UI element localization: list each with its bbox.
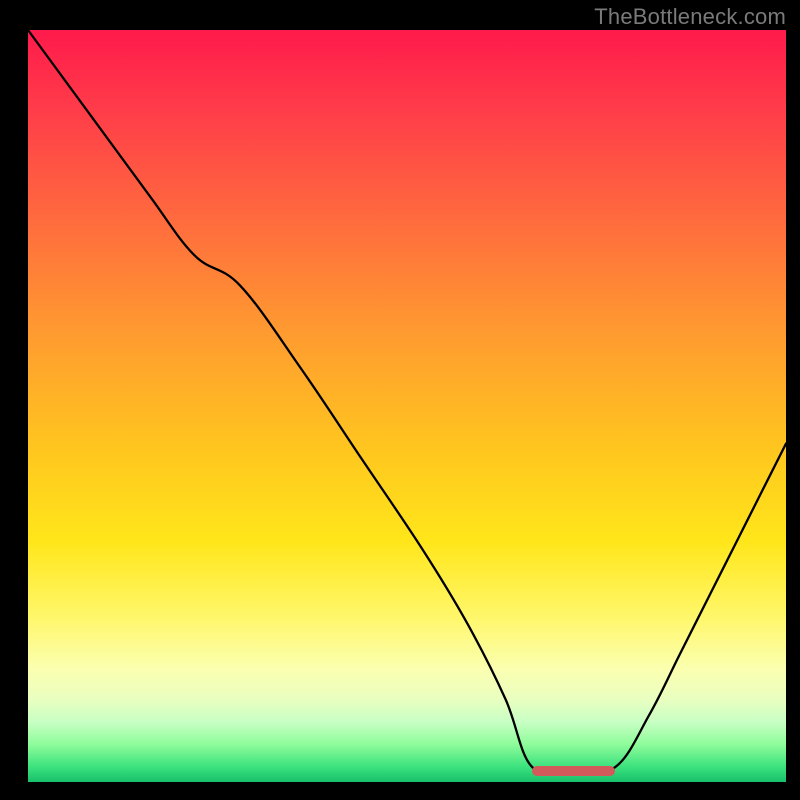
- optimal-range-marker: [532, 766, 615, 776]
- gradient-panel: [28, 30, 786, 782]
- watermark-label: TheBottleneck.com: [594, 4, 786, 30]
- chart-stage: TheBottleneck.com: [0, 0, 800, 800]
